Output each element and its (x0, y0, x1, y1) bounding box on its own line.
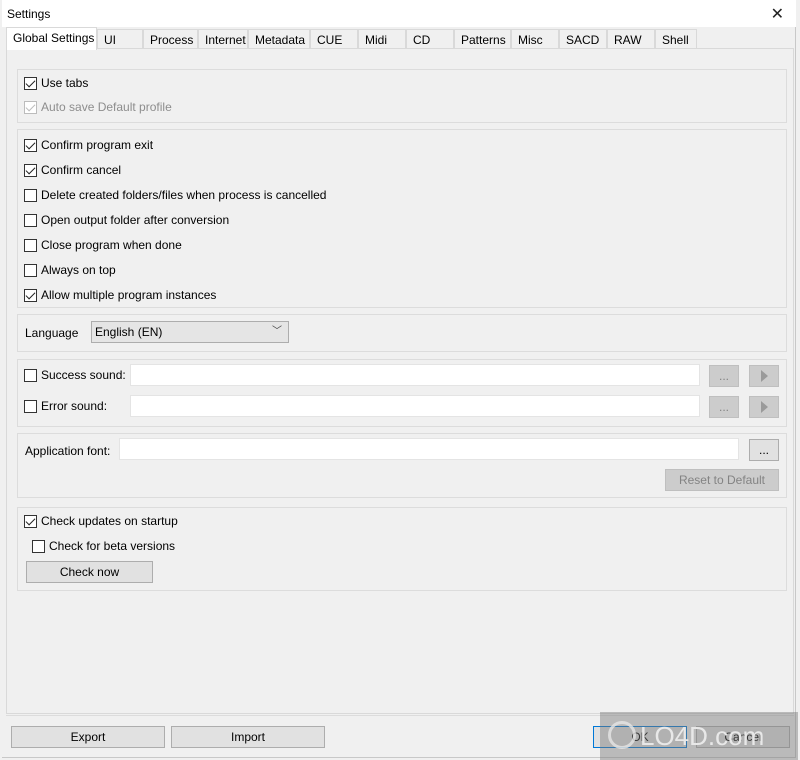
multiple-instances-checkbox[interactable]: Allow multiple program instances (24, 286, 216, 304)
delete-created-label: Delete created folders/files when proces… (41, 188, 327, 202)
close-icon[interactable]: ✕ (771, 4, 784, 24)
play-icon (760, 370, 768, 382)
auto-save-checkbox: Auto save Default profile (24, 98, 172, 116)
confirm-exit-label: Confirm program exit (41, 138, 154, 152)
error-sound-checkbox[interactable]: Error sound: (24, 397, 107, 415)
check-now-button[interactable]: Check now (26, 561, 153, 583)
window-title: Settings (7, 7, 51, 21)
check-updates-startup-checkbox[interactable]: Check updates on startup (24, 512, 178, 530)
font-group: Application font: ... Reset to Default (17, 433, 787, 498)
auto-save-label: Auto save Default profile (41, 100, 172, 114)
open-output-checkbox[interactable]: Open output folder after conversion (24, 211, 229, 229)
error-sound-input[interactable] (130, 395, 700, 417)
close-when-done-label: Close program when done (41, 238, 182, 252)
check-beta-checkbox[interactable]: Check for beta versions (32, 537, 175, 555)
footer-divider (6, 715, 794, 716)
use-tabs-label: Use tabs (41, 76, 89, 90)
error-sound-play-button[interactable] (749, 396, 779, 418)
checkbox-unchecked-icon (24, 238, 37, 252)
checkbox-unchecked-icon (24, 188, 37, 202)
tab-global-settings[interactable]: Global Settings (6, 27, 97, 50)
multiple-instances-label: Allow multiple program instances (41, 288, 217, 302)
cancel-button[interactable]: Cancel (696, 726, 790, 748)
application-font-input[interactable] (119, 438, 739, 460)
sounds-group: Success sound: ... Error sound: ... (17, 359, 787, 427)
export-button[interactable]: Export (11, 726, 165, 748)
tab-ui[interactable]: UI (97, 29, 143, 49)
success-sound-checkbox[interactable]: Success sound: (24, 366, 126, 384)
checkbox-checked-icon (24, 138, 37, 152)
tab-internet[interactable]: Internet (198, 29, 248, 49)
tab-cue[interactable]: CUE (310, 29, 358, 49)
tab-shell[interactable]: Shell (655, 29, 697, 49)
close-when-done-checkbox[interactable]: Close program when done (24, 236, 182, 254)
updates-group: Check updates on startup Check for beta … (17, 507, 787, 591)
success-sound-input[interactable] (130, 364, 700, 386)
play-icon (760, 401, 768, 413)
checkbox-checked-icon (24, 514, 37, 528)
checkbox-checked-icon (24, 288, 37, 302)
import-button[interactable]: Import (171, 726, 325, 748)
checkbox-checked-icon (24, 76, 37, 90)
checkbox-checked-icon (24, 100, 37, 114)
tab-metadata[interactable]: Metadata (248, 29, 310, 49)
check-beta-label: Check for beta versions (49, 539, 176, 553)
checkbox-unchecked-icon (24, 263, 37, 277)
tab-strip: Global Settings UI Process Internet Meta… (6, 27, 796, 50)
error-sound-label: Error sound: (41, 399, 108, 413)
application-font-label: Application font: (25, 444, 111, 458)
checkbox-unchecked-icon (24, 368, 37, 382)
tab-misc[interactable]: Misc (511, 29, 559, 49)
success-sound-browse-button[interactable]: ... (709, 365, 739, 387)
language-select[interactable]: English (EN) ﹀ (91, 321, 289, 343)
use-tabs-checkbox[interactable]: Use tabs (24, 74, 88, 92)
confirm-exit-checkbox[interactable]: Confirm program exit (24, 136, 153, 154)
global-settings-panel: Use tabs Auto save Default profile Confi… (6, 48, 794, 714)
tab-raw[interactable]: RAW (607, 29, 655, 49)
checkbox-unchecked-icon (24, 399, 37, 413)
behavior-group: Confirm program exit Confirm cancel Dele… (17, 129, 787, 308)
checkbox-unchecked-icon (24, 213, 37, 227)
tab-cd[interactable]: CD (406, 29, 454, 49)
language-selected-value: English (EN) (95, 325, 163, 339)
font-browse-button[interactable]: ... (749, 439, 779, 461)
success-sound-label: Success sound: (41, 368, 126, 382)
open-output-label: Open output folder after conversion (41, 213, 230, 227)
tabs-group: Use tabs Auto save Default profile (17, 69, 787, 123)
confirm-cancel-label: Confirm cancel (41, 163, 122, 177)
check-updates-startup-label: Check updates on startup (41, 514, 178, 528)
language-group: Language English (EN) ﹀ (17, 314, 787, 352)
tab-sacd[interactable]: SACD (559, 29, 607, 49)
tab-patterns[interactable]: Patterns (454, 29, 511, 49)
always-on-top-checkbox[interactable]: Always on top (24, 261, 116, 279)
always-on-top-label: Always on top (41, 263, 116, 277)
tab-process[interactable]: Process (143, 29, 198, 49)
error-sound-browse-button[interactable]: ... (709, 396, 739, 418)
language-label: Language (25, 326, 79, 340)
chevron-down-icon: ﹀ (272, 326, 282, 337)
reset-to-default-button[interactable]: Reset to Default (665, 469, 779, 491)
title-bar: Settings ✕ (2, 0, 796, 27)
settings-window: Settings ✕ Global Settings UI Process In… (2, 0, 796, 758)
tab-midi[interactable]: Midi (358, 29, 406, 49)
confirm-cancel-checkbox[interactable]: Confirm cancel (24, 161, 121, 179)
success-sound-play-button[interactable] (749, 365, 779, 387)
delete-created-checkbox[interactable]: Delete created folders/files when proces… (24, 186, 326, 204)
checkbox-unchecked-icon (32, 539, 45, 553)
ok-button[interactable]: OK (593, 726, 687, 748)
checkbox-checked-icon (24, 163, 37, 177)
